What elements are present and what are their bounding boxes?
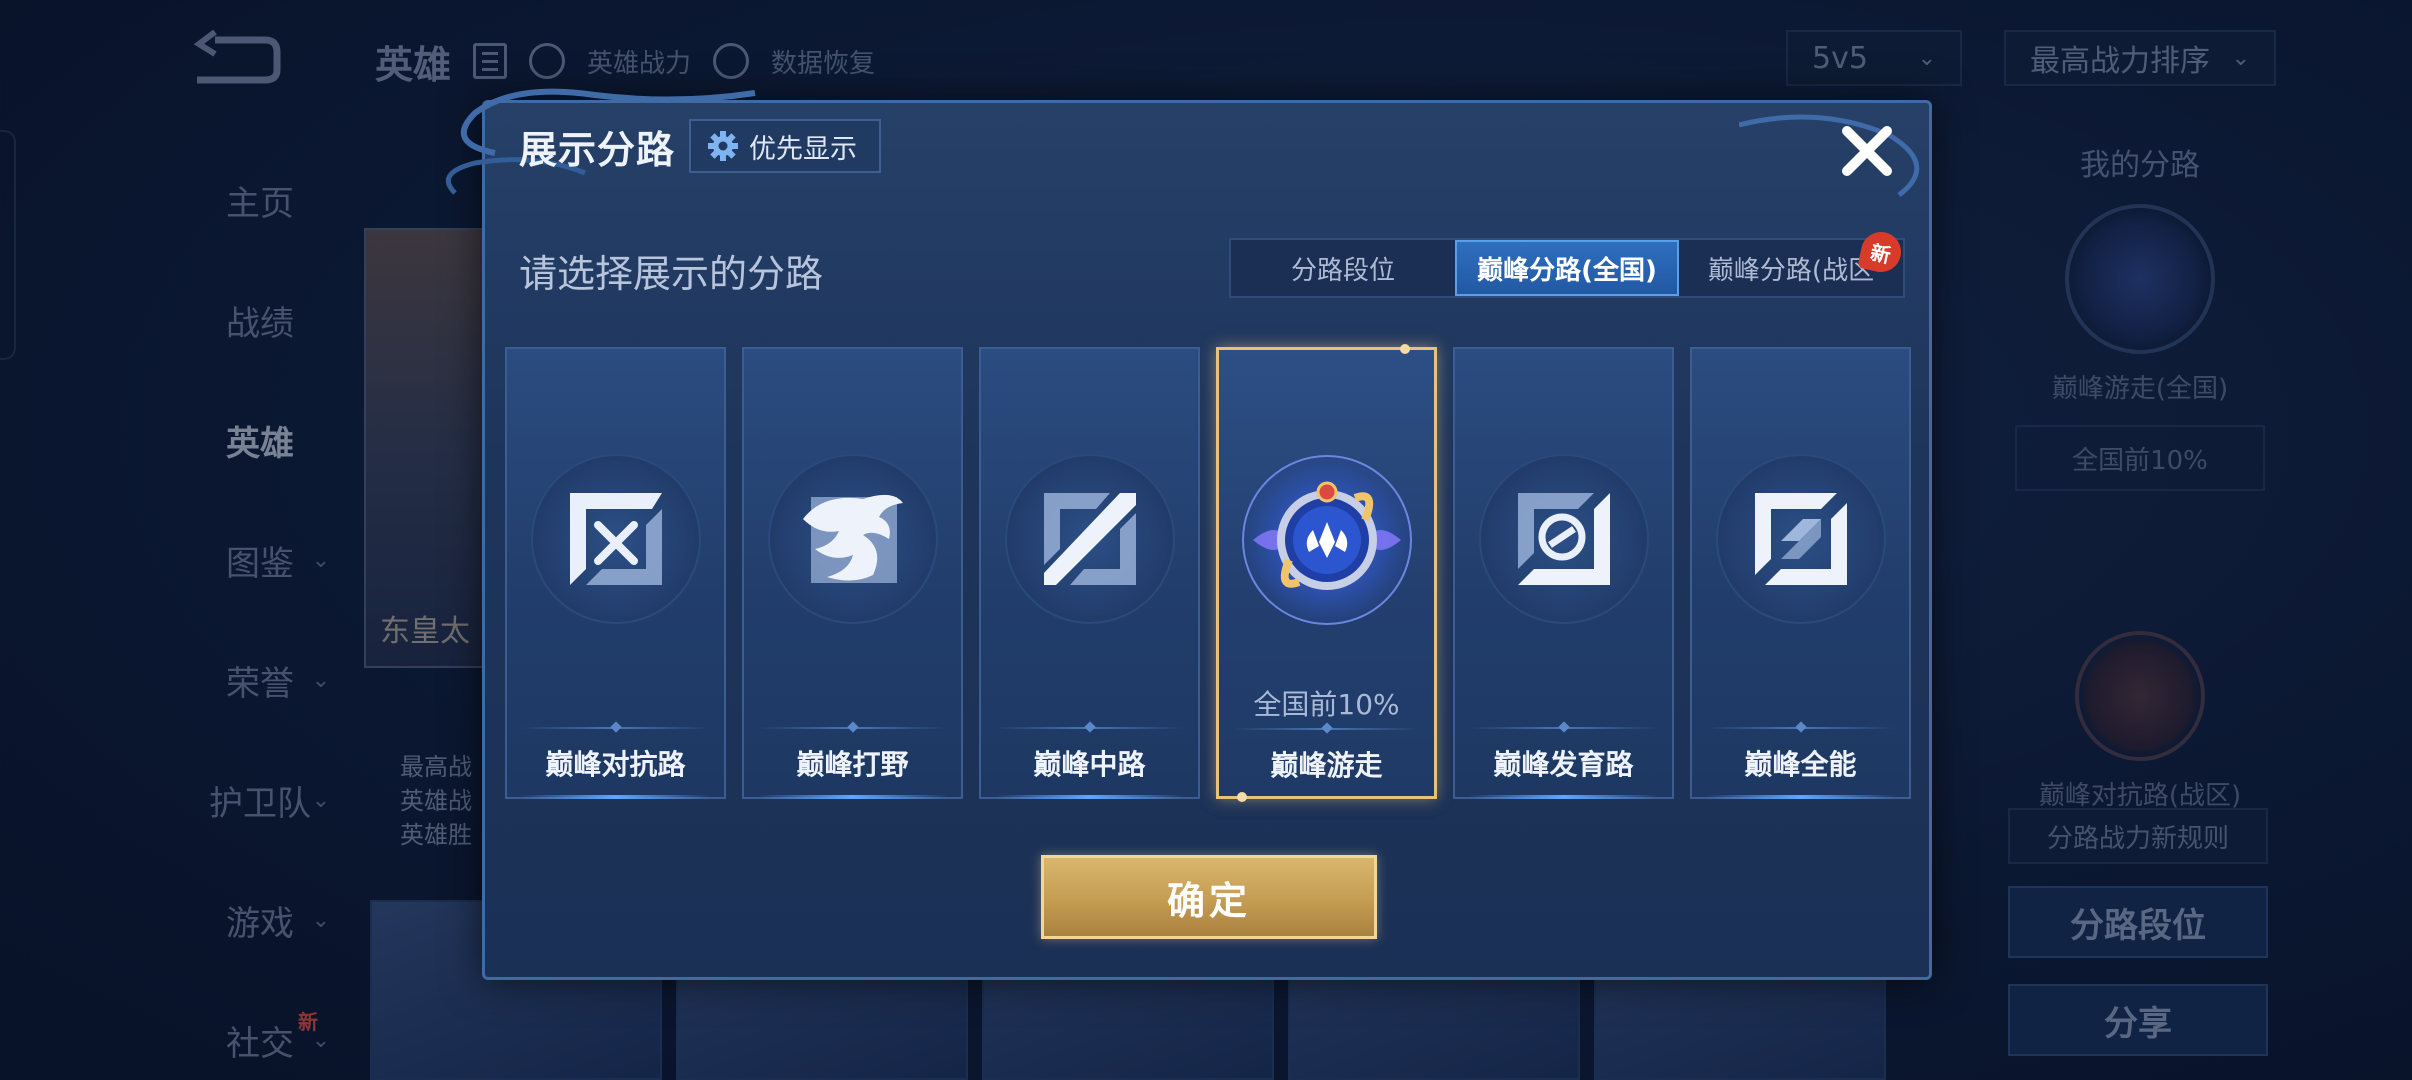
priority-display-label: 优先显示 — [749, 133, 857, 165]
lane-label: 巅峰游走 — [1270, 749, 1383, 782]
lane-type-tabs: 分路段位 巅峰分路(全国) 巅峰分路(战区新 — [1229, 228, 1905, 298]
lane-icon-wrap — [1241, 455, 1412, 625]
lane-glow — [521, 795, 710, 799]
tab-label: 巅峰分路(战区 — [1707, 255, 1875, 286]
lane-icon-wrap — [530, 454, 701, 624]
lane-card-jungle[interactable]: 巅峰打野 — [742, 347, 963, 799]
confirm-button[interactable]: 确定 — [1041, 855, 1377, 939]
tab-label: 分路段位 — [1290, 255, 1395, 286]
lane-icon-wrap — [767, 454, 938, 624]
lane-label: 巅峰中路 — [1033, 748, 1146, 781]
lane-glow — [995, 795, 1184, 799]
tab-peak-region[interactable]: 巅峰分路(战区新 — [1679, 228, 1905, 296]
lane-icon-wrap — [1478, 454, 1649, 624]
divider — [1469, 727, 1658, 729]
tab-peak-national[interactable]: 巅峰分路(全国) — [1455, 240, 1679, 296]
close-icon — [1842, 126, 1892, 176]
lane-label: 巅峰全能 — [1744, 748, 1857, 781]
priority-display-button[interactable]: 优先显示 — [689, 119, 881, 173]
farm-lane-icon — [1517, 493, 1610, 585]
lane-percent: 全国前10% — [1253, 688, 1400, 721]
tab-lane-rank[interactable]: 分路段位 — [1231, 240, 1455, 296]
lane-card-roam[interactable]: 全国前10% 巅峰游走 — [1216, 344, 1437, 802]
lane-glow — [1706, 795, 1895, 799]
divider — [995, 727, 1184, 729]
lane-options: 巅峰对抗路 巅峰打野 巅峰中路 全国前10% 巅峰游走 巅峰发育路 巅峰全能 — [505, 344, 1911, 802]
divider — [521, 727, 710, 729]
lane-icon-wrap — [1004, 454, 1175, 624]
lane-display-dialog: 展示分路 优先显示 请选择展示的分路 分路段位 巅峰分路(全国) 巅峰分路(战区… — [445, 88, 1932, 980]
gear-icon — [708, 131, 738, 161]
divider — [1233, 728, 1420, 730]
jungle-icon — [802, 494, 903, 583]
lane-card-all-round[interactable]: 巅峰全能 — [1690, 347, 1911, 799]
clash-lane-icon — [569, 493, 662, 585]
lane-card-farm[interactable]: 巅峰发育路 — [1453, 347, 1674, 799]
mid-lane-icon — [1043, 493, 1136, 585]
divider — [1706, 727, 1895, 729]
lane-glow — [758, 795, 947, 799]
corner-ornament — [1400, 344, 1410, 354]
lane-card-clash[interactable]: 巅峰对抗路 — [505, 347, 726, 799]
all-round-icon — [1754, 493, 1847, 585]
roam-emblem-icon — [1252, 481, 1401, 590]
dialog-subtitle: 请选择展示的分路 — [519, 252, 824, 296]
lane-label: 巅峰打野 — [796, 748, 909, 781]
lane-label: 巅峰对抗路 — [545, 748, 686, 781]
divider — [758, 727, 947, 729]
lane-glow — [1469, 795, 1658, 799]
corner-ornament — [1237, 792, 1247, 802]
close-button[interactable] — [1835, 119, 1899, 183]
tab-label: 巅峰分路(全国) — [1477, 255, 1657, 286]
lane-icon-wrap — [1715, 454, 1886, 624]
lane-card-mid[interactable]: 巅峰中路 — [979, 347, 1200, 799]
new-badge: 新 — [1857, 228, 1905, 276]
dialog-title: 展示分路 — [519, 128, 676, 172]
lane-label: 巅峰发育路 — [1493, 748, 1634, 781]
